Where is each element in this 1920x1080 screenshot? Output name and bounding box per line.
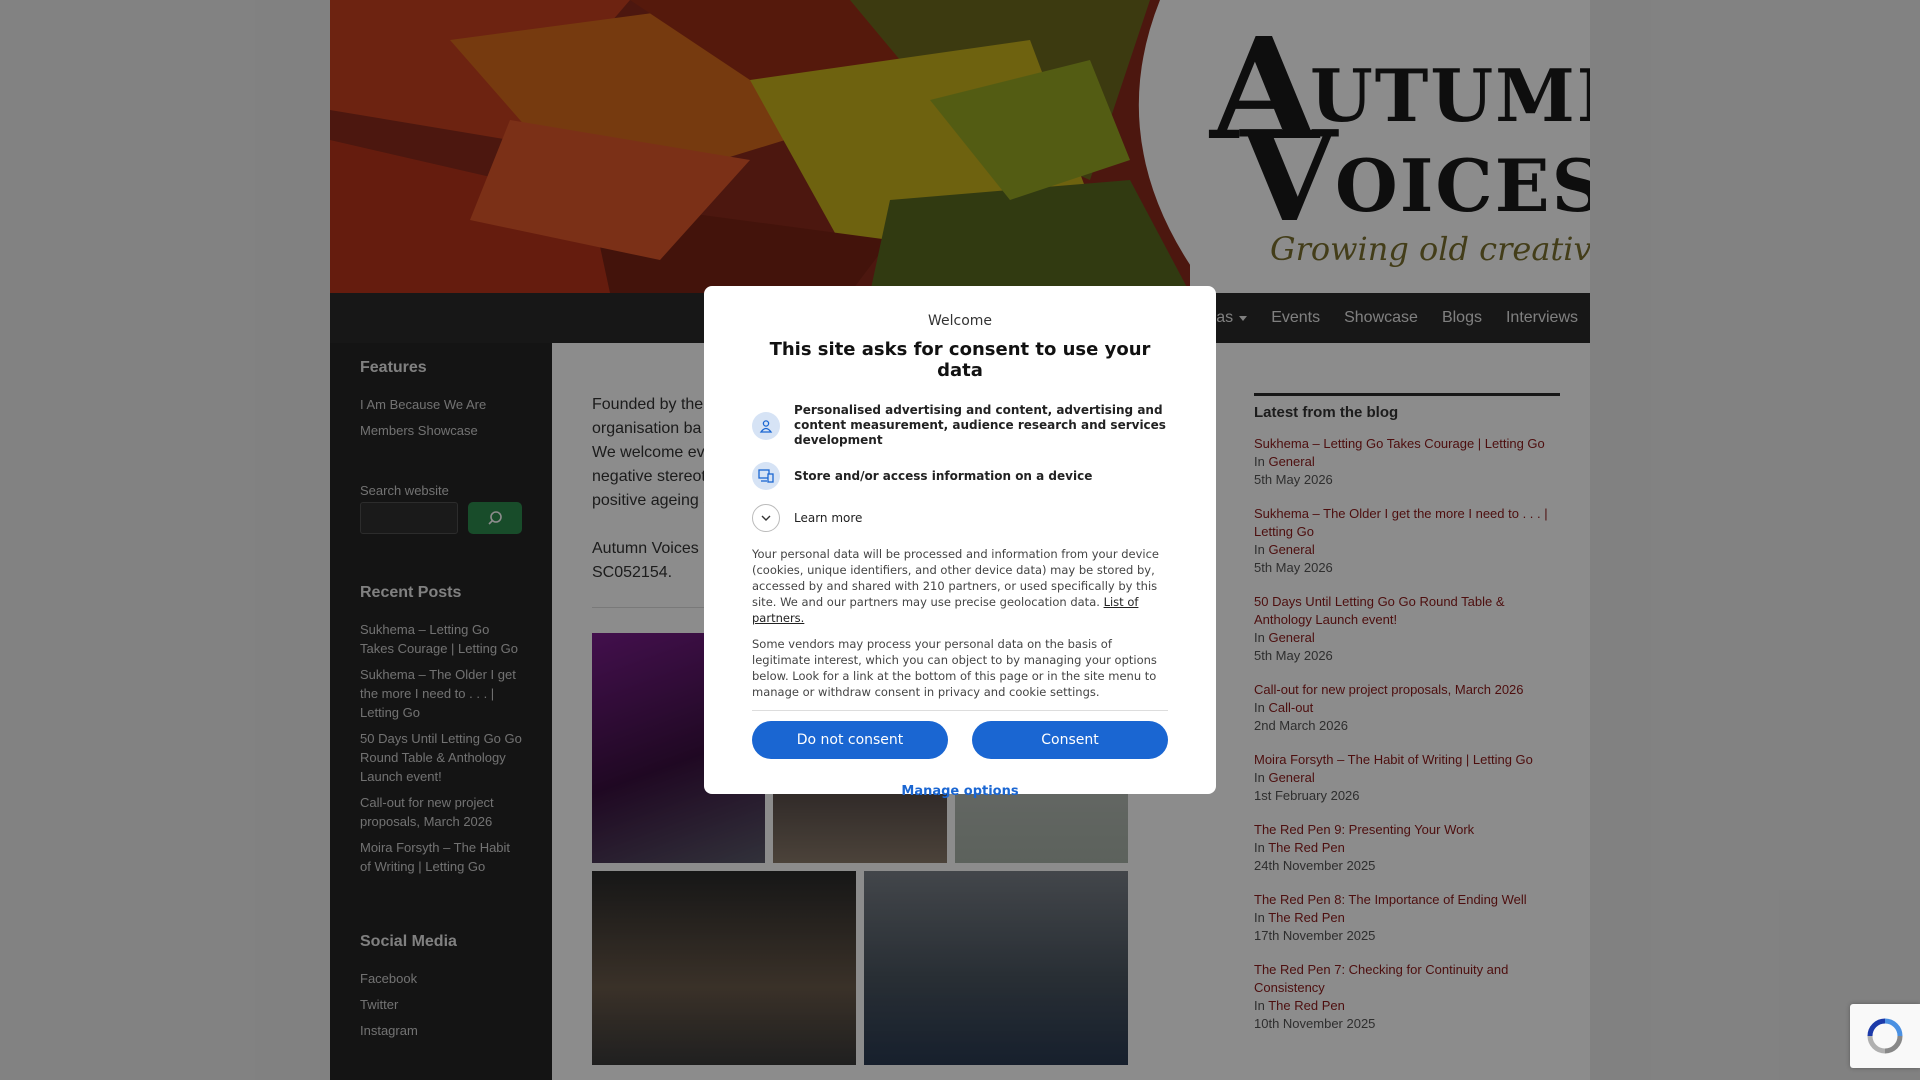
purpose-text: Personalised advertising and content, ad…	[794, 403, 1166, 447]
purpose-personalised: Personalised advertising and content, ad…	[752, 403, 1168, 448]
purpose-text: Store and/or access information on a dev…	[794, 468, 1093, 483]
chevron-down-icon[interactable]	[752, 504, 780, 532]
do-not-consent-button[interactable]: Do not consent	[752, 721, 948, 759]
consent-body-text: Some vendors may process your personal d…	[752, 637, 1157, 699]
dialog-welcome: Welcome	[927, 313, 993, 329]
consent-body-text: Your personal data will be processed and…	[752, 546, 1168, 626]
dialog-divider	[752, 710, 1168, 711]
purpose-device: Store and/or access information on a dev…	[752, 462, 1168, 490]
recaptcha-icon	[1867, 1018, 1903, 1054]
consent-actions: Do not consent Consent	[752, 721, 1168, 759]
consent-button[interactable]: Consent	[972, 721, 1168, 759]
learn-more-toggle[interactable]: Learn more	[752, 504, 1168, 532]
consent-paragraph: Your personal data will be processed and…	[752, 547, 1160, 609]
recaptcha-badge[interactable]	[1850, 1004, 1920, 1068]
consent-dialog: Welcome This site asks for consent to us…	[704, 286, 1216, 799]
dialog-title: This site asks for consent to use your d…	[769, 339, 1151, 381]
learn-more-label[interactable]: Learn more	[794, 511, 862, 526]
device-icon	[752, 462, 780, 490]
manage-options-link[interactable]: Manage options	[752, 784, 1168, 799]
person-icon	[752, 411, 780, 440]
